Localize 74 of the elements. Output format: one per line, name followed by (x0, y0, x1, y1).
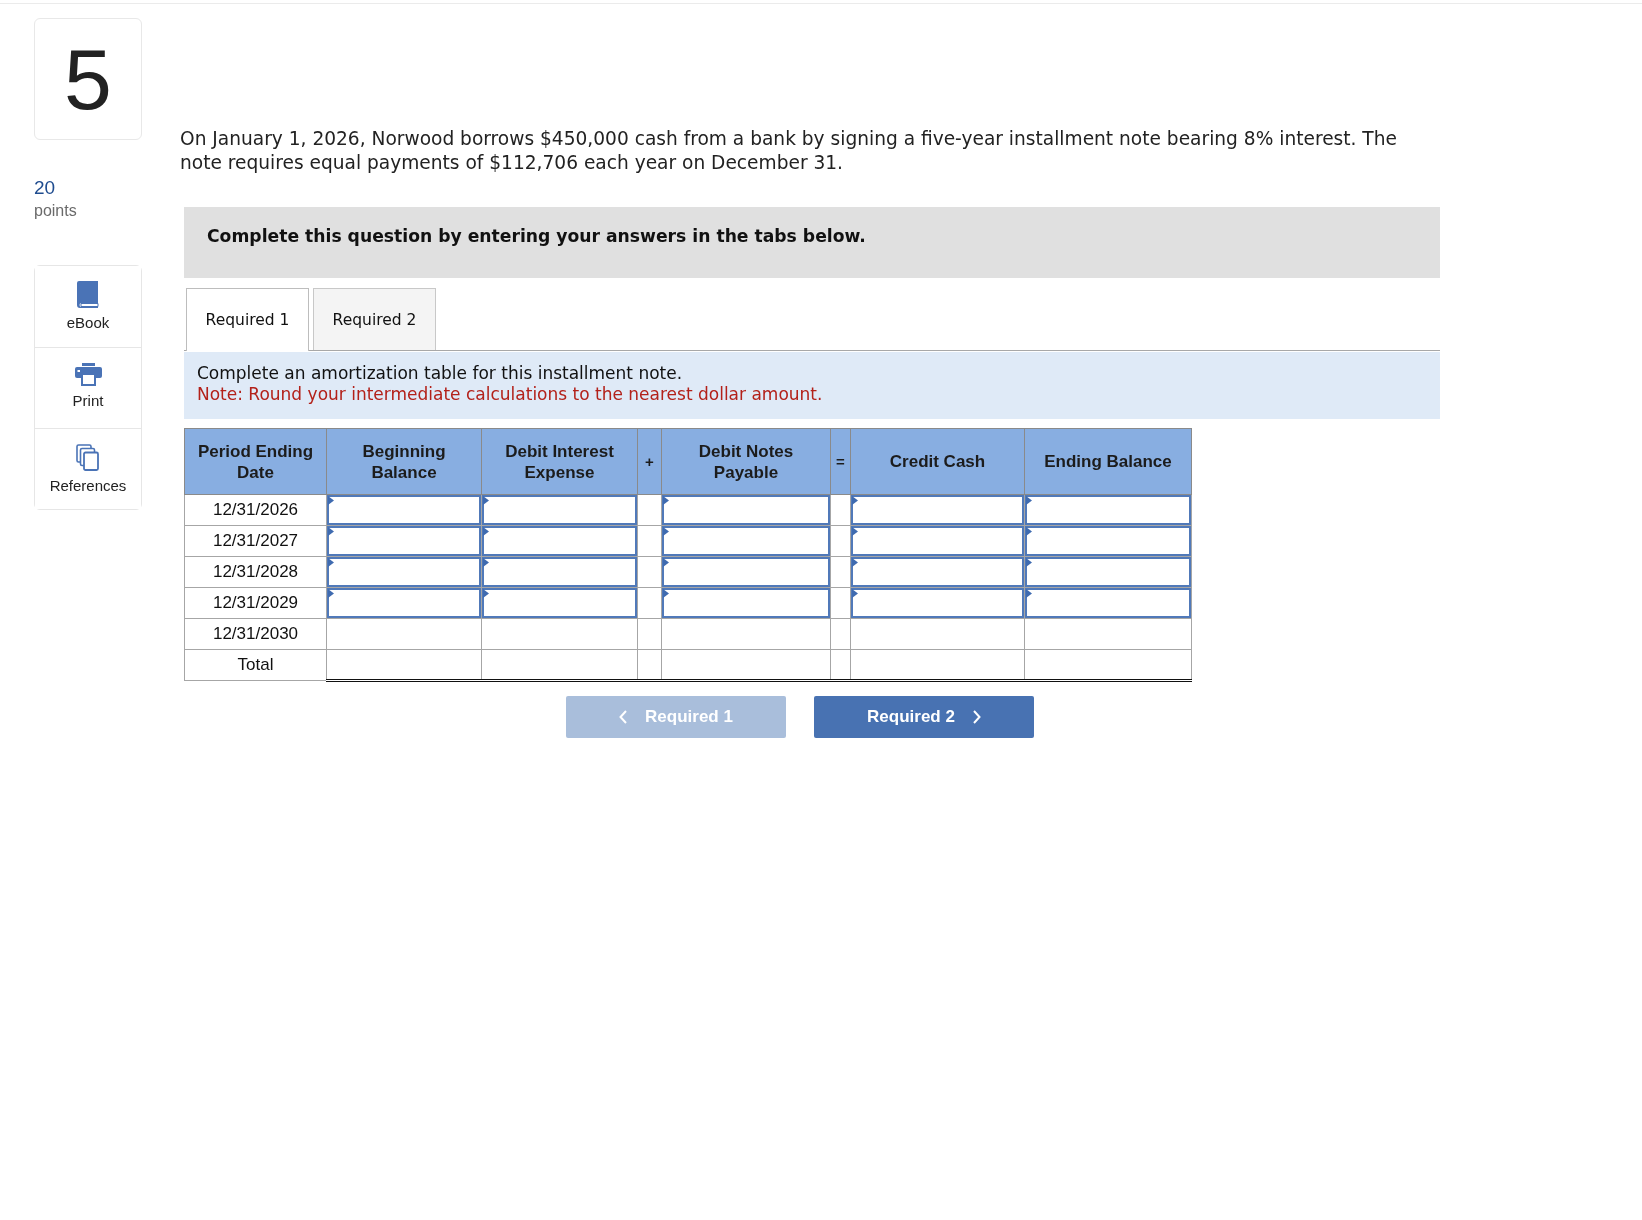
input-field[interactable] (1025, 526, 1191, 556)
question-text: On January 1, 2026, Norwood borrows $450,000 cash from a bank by signing a five-year installment note bearing 8% interest. The note requires equal payments of $112,706 each year on December 31. (180, 127, 1398, 175)
nav-button[interactable]: Required 2 (814, 696, 1034, 738)
table-cell (830, 649, 851, 681)
table-cell: 12/31/2029 (184, 587, 327, 619)
tool-button[interactable]: References (35, 428, 141, 509)
chevron-left-icon (619, 710, 628, 724)
input-field[interactable] (1025, 495, 1191, 525)
triangle-marker-icon (1026, 589, 1032, 598)
triangle-marker-icon (1026, 496, 1032, 505)
input-field[interactable] (327, 526, 481, 556)
table-cell (830, 618, 851, 650)
column-header: Period Ending Date (184, 428, 327, 495)
column-header: Credit Cash (850, 428, 1025, 495)
input-field[interactable] (662, 557, 830, 587)
input-field[interactable] (662, 588, 830, 618)
question-number: 5 (34, 18, 142, 140)
input-field[interactable] (662, 526, 830, 556)
column-header: Debit Interest Expense (481, 428, 638, 495)
triangle-marker-icon (852, 527, 858, 536)
table-cell: 12/31/2028 (184, 556, 327, 588)
triangle-marker-icon (328, 558, 334, 567)
triangle-marker-icon (483, 496, 489, 505)
copies-icon (76, 444, 100, 471)
column-header: Debit Notes Payable (661, 428, 831, 495)
table-cell: 12/31/2026 (184, 494, 327, 526)
input-field[interactable] (662, 495, 830, 525)
table-cell: 12/31/2027 (184, 525, 327, 557)
column-header: Ending Balance (1024, 428, 1192, 495)
input-field[interactable] (482, 588, 637, 618)
points-value: 20 (34, 176, 56, 200)
triangle-marker-icon (483, 527, 489, 536)
input-field[interactable] (1025, 588, 1191, 618)
input-field[interactable] (482, 495, 637, 525)
chevron-right-icon (972, 710, 981, 724)
column-header: = (830, 428, 851, 495)
triangle-marker-icon (328, 496, 334, 505)
table-cell (637, 649, 662, 681)
rounding-note: Note: Round your intermediate calculations to the nearest dollar amount. (197, 384, 823, 405)
triangle-marker-icon (1026, 558, 1032, 567)
input-field[interactable] (327, 495, 481, 525)
triangle-marker-icon (852, 496, 858, 505)
task-text: Complete an amortization table for this installment note. (197, 363, 683, 384)
column-header: + (637, 428, 662, 495)
tab[interactable]: Required 2 (313, 288, 436, 350)
book-icon (76, 281, 100, 308)
triangle-marker-icon (483, 558, 489, 567)
input-field[interactable] (327, 557, 481, 587)
table-cell: 12/31/2030 (184, 618, 327, 650)
triangle-marker-icon (663, 496, 669, 505)
triangle-marker-icon (328, 589, 334, 598)
table-cell (637, 618, 662, 650)
input-field[interactable] (482, 557, 637, 587)
input-field[interactable] (327, 588, 481, 618)
table-cell: Total (184, 649, 327, 681)
input-field[interactable] (1025, 557, 1191, 587)
input-field[interactable] (851, 495, 1024, 525)
triangle-marker-icon (663, 558, 669, 567)
triangle-marker-icon (663, 589, 669, 598)
printer-icon (74, 363, 102, 386)
input-field[interactable] (851, 526, 1024, 556)
column-header: Beginning Balance (326, 428, 482, 495)
triangle-marker-icon (1026, 527, 1032, 536)
tab[interactable]: Required 1 (186, 288, 309, 351)
triangle-marker-icon (328, 527, 334, 536)
triangle-marker-icon (852, 558, 858, 567)
input-field[interactable] (851, 557, 1024, 587)
input-field[interactable] (851, 588, 1024, 618)
points-label: points (34, 201, 77, 221)
triangle-marker-icon (483, 589, 489, 598)
input-field[interactable] (482, 526, 637, 556)
triangle-marker-icon (663, 527, 669, 536)
triangle-marker-icon (852, 589, 858, 598)
instruction-banner: Complete this question by entering your answers in the tabs below. (184, 207, 1440, 278)
